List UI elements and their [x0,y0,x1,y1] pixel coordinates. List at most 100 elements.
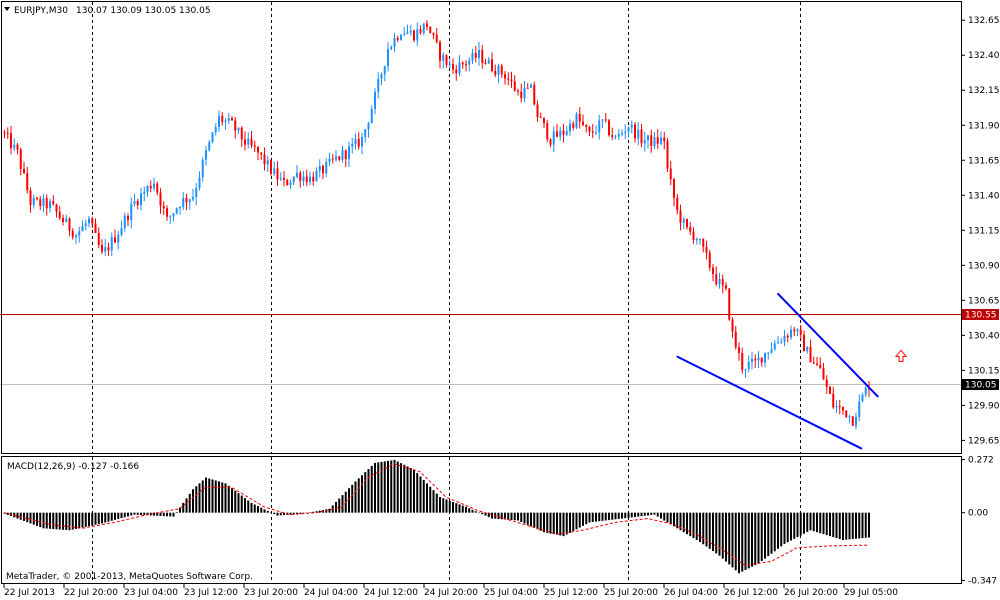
candle-body [806,346,809,352]
candle-body [513,81,516,91]
macd-bar [617,512,620,519]
candle-body [715,274,718,285]
candle-body [487,59,490,64]
candle-body [617,134,620,137]
candle-body [331,158,334,160]
macd-bar [474,511,477,513]
candle-body [686,218,688,228]
candle-body [344,150,347,159]
candle-body [16,144,19,150]
macd-bar [452,501,454,513]
candle-body [273,168,276,174]
candle-body [764,352,766,363]
candle-body [786,335,789,338]
candle-body [127,215,129,221]
candle-body [757,357,760,361]
macd-bar [585,512,588,525]
macd-bar [630,512,633,518]
candle-body [468,60,471,65]
candle-body [481,49,484,63]
macd-bar [253,504,256,513]
macd-bar [806,512,809,532]
candle-body [270,160,272,174]
macd-bar [218,481,220,513]
candle-body [149,185,152,189]
macd-bar [575,512,578,530]
macd-bar [523,512,526,524]
macd-bar [42,512,45,529]
candle-body [861,394,864,402]
macd-bar [208,478,211,513]
candle-body [32,198,35,206]
candle-body [110,237,113,251]
macd-label: MACD(12,26,9) -0.127 -0.166 [7,462,139,472]
price-tick-label: 131.40 [968,191,1000,201]
price-tick-label: 131.65 [968,156,1000,166]
macd-bar [588,512,591,523]
candle-body [682,218,685,223]
time-tick-label: 23 Jul 12:00 [184,588,238,598]
candle-body [448,63,451,65]
candle-body [422,23,425,33]
candle-body [97,232,100,245]
candle-body [250,138,253,146]
macd-bar [812,512,815,532]
macd-bar [49,512,51,529]
candle-body [731,319,734,332]
candle-body [461,62,464,65]
candle-body [702,238,705,247]
price-tick-label: 129.90 [968,401,1000,411]
candle-body [185,197,188,203]
time-tick-label: 25 Jul 04:00 [484,588,538,598]
time-tick-label: 26 Jul 20:00 [784,588,838,598]
macd-bar [270,512,272,513]
macd-bar [500,512,503,520]
candle-body [851,416,854,426]
candle-body [348,146,350,159]
candle-body [276,168,279,180]
candle-body [494,70,497,75]
macd-bar [822,512,825,535]
candle-body [643,140,646,144]
macd-bar [88,512,90,527]
macd-bar [803,512,805,534]
candle [845,410,848,419]
macd-bar [591,512,594,523]
candle-body [705,246,708,253]
candle-body [829,386,831,394]
candle-body [624,131,627,134]
price-tag-bid: 130.05 [962,379,999,391]
macd-bar [627,512,630,518]
time-tick-label: 22 Jul 20:00 [64,588,118,598]
time-tick-label: 26 Jul 04:00 [664,588,718,598]
macd-bar [237,493,240,513]
symbol-header: EURJPY,M30 130.07 130.09 130.05 130.05 [4,6,211,16]
macd-bar [214,480,217,513]
macd-bar [835,512,838,539]
macd-bar [829,512,831,537]
candle-body [370,108,373,124]
chart-window[interactable]: EURJPY,M30 130.07 130.09 130.05 130.05 M… [0,0,1000,600]
candle-body [263,154,266,165]
candle-body [773,343,776,350]
candle-body [663,137,666,142]
candle-body [195,187,198,198]
candle-body [315,170,318,182]
time-tick-label: 25 Jul 20:00 [604,588,658,598]
candle-body [393,37,396,47]
candle-body [153,183,155,189]
candle-body [634,124,636,139]
candle-body [517,90,519,92]
macd-bar [533,512,536,528]
price-tick-label: 130.65 [968,296,1000,306]
candle-body [855,417,857,426]
candle-body [23,168,25,174]
macd-bar [705,512,708,547]
candle [429,26,432,34]
macd-bar [159,512,162,516]
macd-bar [491,512,493,519]
candle-body [75,235,77,238]
candle-body [751,358,753,363]
macd-bar [663,512,666,521]
candle-body [104,247,107,252]
